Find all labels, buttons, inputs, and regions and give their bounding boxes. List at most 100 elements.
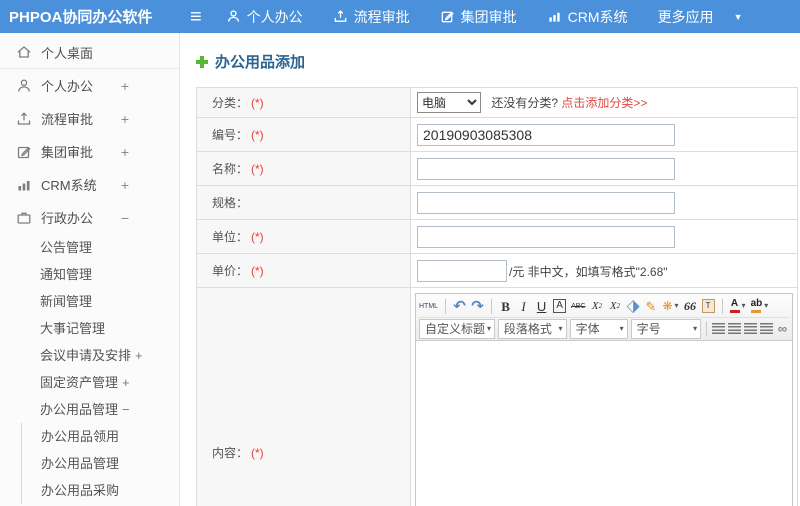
expand-plus-icon[interactable]: + (121, 111, 129, 127)
code-input[interactable] (417, 123, 675, 146)
sidebar-item-workflow-approval[interactable]: 流程审批 + (0, 102, 179, 135)
align-left-icon (712, 323, 725, 334)
price-input[interactable] (417, 259, 507, 282)
nav-workflow-approval[interactable]: 流程审批 (333, 7, 410, 27)
sidebar-item-admin-office[interactable]: 行政办公 − (0, 201, 179, 234)
sidebar-item-news-mgmt[interactable]: 新闻管理 (0, 288, 179, 315)
sidebar-item-label: 通知管理 (40, 267, 93, 282)
add-icon (196, 55, 208, 68)
sidebar-item-label: 办公用品领用 (41, 429, 120, 444)
format-brush-icon[interactable]: ✎ (644, 297, 657, 315)
sidebar: 个人桌面 个人办公 + 流程审批 + 集团审批 + CRM系统 + 行政办公 − (0, 33, 180, 506)
collapse-minus-icon[interactable]: − (121, 210, 129, 226)
sidebar-item-fixed-assets-mgmt[interactable]: 固定资产管理 + (0, 369, 179, 396)
supplies-add-form: 分类：(*) 电脑 还没有分类? 点击添加分类>> 编号：(*) 名称：(*) (196, 87, 798, 506)
topbar: PHPOA协同办公软件 ≡ 个人办公 流程审批 集团审批 CRM系统 更多应用 … (0, 0, 800, 33)
required-mark: (*) (251, 96, 264, 110)
code-field-cell (410, 117, 798, 152)
align-center-icon (728, 323, 741, 334)
sidebar-item-crm[interactable]: CRM系统 + (0, 168, 179, 201)
sidebar-item-label: 行政办公 (41, 211, 94, 226)
bold-button[interactable]: B (499, 297, 512, 315)
autoformat-icon[interactable]: ❋ ▾ (662, 297, 678, 315)
edit-icon (16, 144, 32, 160)
font-color-button[interactable]: A ▾ (729, 297, 746, 315)
sidebar-item-notice-mgmt[interactable]: 通知管理 (0, 261, 179, 288)
sidebar-item-office-supplies-purchase[interactable]: 办公用品采购 (22, 477, 179, 504)
nav-more-apps[interactable]: 更多应用 (658, 7, 714, 27)
unit-label-cell: 单位： (*) (196, 219, 411, 254)
editor-toolbar: HTML ↶ ↷ B I U A ABC X2 X2 ◪ ✎ ❋ ▾ 66 T … (416, 294, 792, 341)
sidebar-item-group-approval[interactable]: 集团审批 + (0, 135, 179, 168)
sidebar-item-personal-desktop[interactable]: 个人桌面 (0, 36, 179, 69)
caret-down-icon[interactable]: ▼ (734, 12, 743, 22)
sidebar-item-office-supplies-mgmt[interactable]: 办公用品管理 − (0, 396, 179, 423)
html-source-button[interactable]: HTML (419, 297, 438, 315)
expand-plus-icon[interactable]: + (121, 144, 129, 160)
chevron-down-icon: ▾ (619, 324, 624, 333)
chevron-down-icon: ▾ (693, 324, 698, 333)
redo-button[interactable]: ↷ (471, 297, 484, 315)
paste-as-text-icon[interactable]: T (701, 299, 715, 313)
underline-button[interactable]: U (535, 297, 548, 315)
toolbar-separator (445, 298, 447, 314)
category-select[interactable]: 电脑 (417, 92, 481, 113)
edit-icon (440, 9, 455, 24)
sidebar-item-label: 会议申请及安排 (40, 348, 132, 363)
font-family-dropdown[interactable]: 字体 ▾ (569, 318, 628, 339)
sidebar-item-office-supplies-manage[interactable]: 办公用品管理 (22, 450, 179, 477)
highlight-color-icon: ab (751, 299, 762, 313)
autoformat-glyph: ❋ (662, 299, 673, 313)
sidebar-item-personal-office[interactable]: 个人办公 + (0, 69, 179, 102)
font-color-bar (729, 310, 740, 313)
font-border-button[interactable]: A (553, 299, 567, 313)
eraser-icon[interactable]: ◪ (622, 295, 644, 317)
link-icon[interactable]: ∞ (776, 320, 789, 338)
nav-personal-office[interactable]: 个人办公 (226, 7, 303, 27)
main-content: 办公用品添加 分类： (*) 电脑 还没有分类? 点击添加分类>> 编号： (*) (180, 33, 800, 506)
sidebar-item-label: 新闻管理 (40, 294, 93, 309)
required-mark: (*) (251, 162, 264, 176)
font-size-dropdown[interactable]: 字号 ▾ (630, 318, 702, 339)
superscript-button[interactable]: X2 (590, 297, 603, 315)
category-row: 分类： (*) 电脑 还没有分类? 点击添加分类>> (196, 87, 798, 118)
code-label-cell: 编号： (*) (196, 117, 411, 152)
align-justify-button[interactable] (760, 320, 773, 338)
italic-button[interactable]: I (517, 297, 530, 315)
custom-title-dropdown[interactable]: 自定义标题 ▾ (419, 318, 495, 339)
name-input[interactable] (417, 157, 675, 180)
category-label-cell: 分类： (*) (196, 87, 411, 118)
blockquote-button[interactable]: 66 (684, 297, 697, 315)
expand-plus-icon[interactable]: + (121, 177, 129, 193)
sidebar-item-memorabilia-mgmt[interactable]: 大事记管理 (0, 315, 179, 342)
subscript-mark: 2 (616, 301, 621, 310)
paragraph-format-dropdown[interactable]: 段落格式 ▾ (497, 318, 567, 339)
nav-group-approval[interactable]: 集团审批 (440, 7, 517, 27)
menu-toggle-icon[interactable]: ≡ (190, 7, 202, 27)
sidebar-item-office-supplies-claim[interactable]: 办公用品领用 (22, 423, 179, 450)
expand-plus-icon[interactable]: + (135, 348, 143, 363)
align-right-button[interactable] (744, 320, 757, 338)
expand-plus-icon[interactable]: + (121, 78, 129, 94)
editor-content-area[interactable] (416, 341, 792, 506)
align-left-button[interactable] (712, 320, 725, 338)
add-category-link[interactable]: 点击添加分类>> (561, 96, 647, 110)
toolbar-separator (721, 298, 723, 314)
content-field-cell: HTML ↶ ↷ B I U A ABC X2 X2 ◪ ✎ ❋ ▾ 66 T … (410, 287, 798, 506)
strikethrough-button[interactable]: ABC (571, 297, 585, 315)
highlight-color-button[interactable]: ab ▾ (751, 297, 768, 315)
undo-button[interactable]: ↶ (453, 297, 466, 315)
expand-plus-icon[interactable]: + (122, 375, 130, 390)
sidebar-item-meeting-apply[interactable]: 会议申请及安排 + (0, 342, 179, 369)
subscript-button[interactable]: X2 (608, 297, 621, 315)
user-icon (16, 78, 32, 94)
nav-crm-system[interactable]: CRM系统 (547, 7, 628, 27)
collapse-minus-icon[interactable]: − (122, 402, 130, 417)
unit-input[interactable] (417, 225, 675, 248)
sidebar-item-label: 固定资产管理 (40, 375, 119, 390)
sidebar-item-announcement-mgmt[interactable]: 公告管理 (0, 234, 179, 261)
field-label: 内容： (212, 446, 249, 460)
content-label-cell: 内容： (*) (196, 287, 411, 506)
align-center-button[interactable] (728, 320, 741, 338)
spec-input[interactable] (417, 191, 675, 214)
